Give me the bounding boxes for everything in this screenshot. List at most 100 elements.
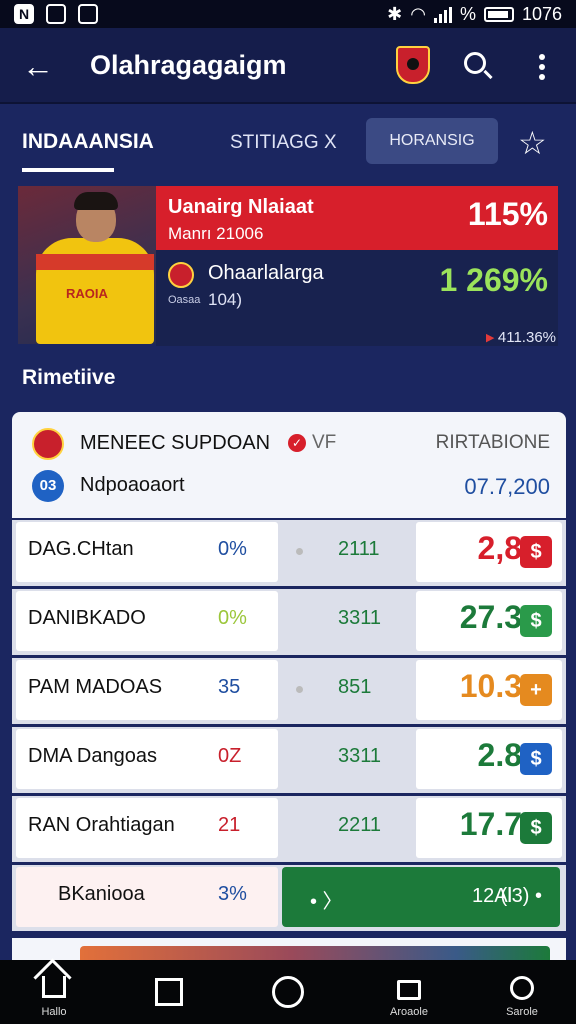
row-name: BKaniooa [58, 883, 145, 905]
nav-sarole[interactable]: Sarole [482, 968, 562, 1024]
row-value: 2,8 [477, 530, 522, 566]
club-crest-icon[interactable] [396, 46, 430, 84]
featured-card[interactable]: RAOIA Uanairg Nlaiaat Manrı 21006 115% O… [18, 186, 558, 346]
active-tab-indicator [22, 168, 114, 172]
match-date: 07.7,200 [464, 474, 550, 499]
row-name: DMA Dangoas [28, 745, 157, 767]
row-action-button[interactable]: $ [520, 743, 552, 775]
app-bar: ← Olahragagaigm [0, 28, 576, 104]
featured-player-value: 115% [467, 196, 548, 232]
featured-player-banner: Uanairg Nlaiaat Manrı 21006 115% [156, 186, 558, 250]
featured-team-name: Ohaarlalarga [208, 262, 324, 284]
tab-indaaansia[interactable]: INDAAANSIA [22, 130, 154, 154]
nav-label: Sarole [506, 1006, 538, 1018]
featured-team-tag: Oasaa [168, 294, 201, 306]
nav-home-circle[interactable] [248, 968, 328, 1024]
featured-player-name: Uanairg Nlaiaat [168, 196, 314, 218]
featured-team-value: 1 269% [439, 262, 548, 298]
table-row[interactable]: RAN Orahtiagan 21 2211 17.7 $ [12, 796, 566, 862]
row-action-button[interactable]: $ [520, 536, 552, 568]
row-value: 2.8 [477, 737, 522, 773]
bag-icon [397, 980, 421, 1000]
tab-horansig[interactable]: HORANSIG [366, 118, 498, 164]
featured-footer-value: 411.36% [497, 329, 556, 346]
nav-label: Hallo [41, 1006, 67, 1018]
row-percent: 0Z [218, 745, 242, 767]
row-value: 27.3 [459, 599, 522, 635]
nav-recents[interactable] [129, 968, 209, 1024]
row-action-button[interactable]: $ [520, 812, 552, 844]
circle-icon [272, 976, 304, 1008]
back-button[interactable]: ← [22, 46, 56, 86]
app-title: Olahragagaigm [90, 50, 287, 80]
check-icon: ✓ [288, 434, 306, 452]
status-bar: N ✱ ◠ % 1076 [0, 0, 576, 28]
row-percent: 21 [218, 814, 241, 836]
shirt-text: RAOIA [66, 286, 108, 301]
match-column-label: RIRTABIONE [435, 432, 550, 453]
notification-square-icon [46, 4, 66, 24]
trend-down-icon: ▸ [486, 329, 494, 346]
more-menu-button[interactable] [532, 50, 552, 84]
tab-stitiagg[interactable]: STITIAGG X [230, 132, 337, 154]
battery-percent: % [459, 4, 476, 24]
row-value: 10.3 [459, 668, 522, 704]
featured-footer: ▸ 411.36% [486, 328, 556, 346]
featured-player-sub: Manrı 21006 [168, 224, 264, 243]
square-icon [155, 978, 183, 1006]
home-icon [42, 976, 66, 998]
player-photo: RAOIA [18, 186, 156, 344]
bar-left-text: • 〉 [310, 891, 343, 913]
table-row[interactable]: DMA Dangoas 0Z 3311 2.8 $ [12, 727, 566, 793]
row-name: PAM MADOAS [28, 676, 163, 698]
battery-icon [483, 7, 514, 22]
table-row[interactable]: PAM MADOAS 35 851 10.3 + [12, 658, 566, 724]
row-mid-value: 3311 [338, 607, 382, 629]
team-logo-icon [168, 262, 194, 288]
match-team-name: MENEEC SUPDOAN [80, 432, 271, 454]
notification-app-icon [78, 4, 98, 24]
nav-aroaole[interactable]: Aroaole [369, 968, 449, 1024]
row-mid-value: 851 [338, 676, 372, 698]
nav-home[interactable]: Hallo [14, 968, 94, 1024]
row-mid-value: 3311 [338, 745, 382, 767]
bottom-nav: Hallo Aroaole Sarole [0, 960, 576, 1024]
signal-icon [433, 6, 452, 23]
row-mid-value: 2111 [338, 538, 380, 560]
ring-icon [510, 976, 534, 1000]
highlight-row[interactable]: BKaniooa 3% • 〉 12Al (l3) • [12, 865, 566, 931]
tab-bar: INDAAANSIA STITIAGG X HORANSIG ☆ [0, 106, 576, 176]
row-action-button[interactable]: $ [520, 605, 552, 637]
table-row[interactable]: DANIBKADO 0% 3311 27.3 $ [12, 589, 566, 655]
row-mid-value: 2211 [338, 814, 382, 836]
favorite-star-icon[interactable]: ☆ [518, 126, 547, 160]
bluetooth-icon: ✱ [387, 4, 403, 24]
status-time: 1076 [521, 4, 562, 24]
arrow-left-icon: ← [22, 48, 54, 84]
row-action-button[interactable]: + [520, 674, 552, 706]
featured-team-sub: 104) [208, 290, 243, 309]
row-percent: 3% [218, 883, 247, 905]
row-name: DANIBKADO [28, 607, 146, 629]
nav-label: Aroaole [390, 1006, 428, 1018]
row-value: 17.7 [459, 806, 522, 842]
bar-right-text: (l3) • [500, 885, 542, 907]
row-percent: 0% [218, 607, 247, 629]
search-icon [464, 52, 486, 74]
row-name: RAN Orahtiagan [28, 814, 175, 836]
row-name: DAG.CHtan [28, 538, 134, 560]
team-logo-icon [32, 428, 64, 460]
highlight-bar[interactable]: • 〉 12Al (l3) • [282, 867, 560, 927]
match-card[interactable]: MENEEC SUPDOAN ✓ VF RIRTABIONE 03 Ndpoao… [12, 412, 566, 518]
row-percent: 0% [218, 538, 247, 560]
match-vs: VF [312, 432, 337, 453]
wifi-icon: ◠ [410, 4, 426, 24]
partial-row [12, 938, 566, 960]
table-row[interactable]: DAG.CHtan 0% 2111 2,8 $ [12, 520, 566, 586]
match-subtitle: Ndpoaoaort [80, 474, 185, 496]
search-button[interactable] [464, 52, 494, 82]
match-badge: 03 [32, 470, 64, 502]
section-title: Rimetiive [22, 366, 116, 389]
notification-n-icon: N [14, 4, 34, 24]
row-percent: 35 [218, 676, 241, 698]
